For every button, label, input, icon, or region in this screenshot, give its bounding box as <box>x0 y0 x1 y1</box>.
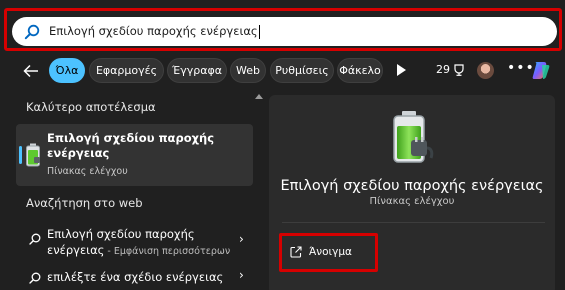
filter-chip-apps[interactable]: Εφαρμογές <box>89 58 164 83</box>
show-more-hint: - Εμφάνιση περισσότερων <box>104 246 231 257</box>
web-result-line2: ενέργειας <box>47 243 105 257</box>
points-count: 29 <box>436 63 450 76</box>
web-search-heading: Αναζήτηση στο web <box>26 196 143 210</box>
copilot-icon[interactable] <box>530 59 552 81</box>
web-result-line1: επιλέξτε ένα σχέδιο ενέργειας <box>47 270 224 284</box>
chevron-right-icon[interactable]: › <box>239 268 244 282</box>
selection-indicator <box>19 146 22 164</box>
search-icon <box>24 24 40 39</box>
detail-title: Επιλογή σχεδίου παροχής ενέργειας <box>280 178 544 194</box>
filter-chip-folders[interactable]: Φάκελο <box>337 58 383 83</box>
web-result-item[interactable]: επιλέξτε ένα σχέδιο ενέργειας <box>47 269 223 285</box>
best-match-heading: Καλύτερο αποτέλεσμα <box>26 100 156 114</box>
filter-chip-settings[interactable]: Ρυθμίσεις <box>270 58 334 83</box>
open-external-icon <box>290 246 302 258</box>
search-icon <box>29 233 41 245</box>
filter-bar: Όλα Εφαρμογές Έγγραφα Web Ρυθμίσεις Φάκε… <box>0 57 565 85</box>
search-box[interactable]: Επιλογή σχεδίου παροχής ενέργειας <box>12 17 557 46</box>
filter-chip-documents[interactable]: Έγγραφα <box>167 58 227 83</box>
best-match-title: Επιλογή σχεδίου παροχής ενέργειας <box>47 131 215 160</box>
battery-power-icon <box>26 143 40 167</box>
filter-chip-web[interactable]: Web <box>230 58 266 83</box>
search-icon <box>29 272 41 284</box>
detail-subtitle: Πίνακας ελέγχου <box>369 196 455 207</box>
rewards-trophy-icon <box>454 63 464 76</box>
open-action-button[interactable]: Άνοιγμα <box>309 246 352 258</box>
detail-divider <box>282 222 545 223</box>
web-result-line1: Επιλογή σχεδίου παροχής <box>47 227 195 241</box>
results-scrollbar[interactable] <box>253 92 265 290</box>
chevron-right-icon[interactable]: › <box>239 232 244 246</box>
filter-chip-all[interactable]: Όλα <box>49 58 85 83</box>
scroll-right-icon[interactable] <box>396 64 406 76</box>
search-input[interactable]: Επιλογή σχεδίου παροχής ενέργειας <box>49 24 260 39</box>
rewards-points[interactable]: 29 <box>436 63 465 76</box>
user-avatar[interactable] <box>477 62 494 79</box>
web-result-item[interactable]: Επιλογή σχεδίου παροχής ενέργειας - Εμφά… <box>47 226 247 260</box>
best-match-subtitle: Πίνακας ελέγχου <box>47 166 128 177</box>
battery-power-icon <box>393 111 434 163</box>
results-list <box>0 92 265 290</box>
back-arrow-icon[interactable] <box>22 62 40 80</box>
scroll-up-arrow-icon[interactable] <box>255 94 263 99</box>
